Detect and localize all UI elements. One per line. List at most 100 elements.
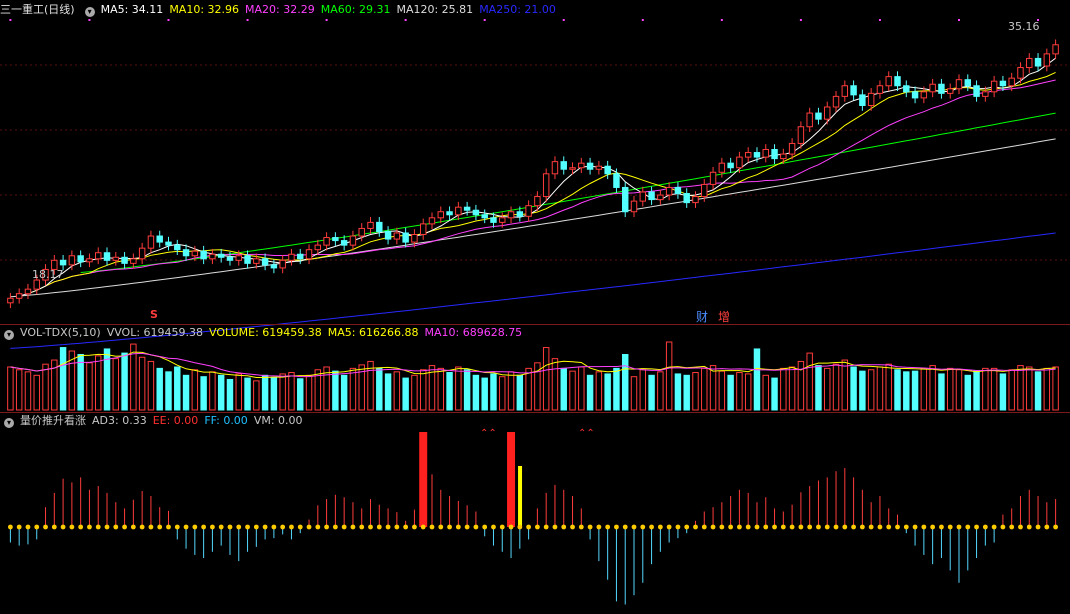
- baseline-dot: [745, 524, 751, 530]
- chart-svg[interactable]: [0, 0, 1070, 610]
- ma60-line: [80, 112, 1056, 273]
- volume-bar: [1017, 365, 1024, 411]
- baseline-dot: [385, 524, 391, 530]
- volume-bar: [472, 374, 480, 411]
- baseline-dot: [675, 524, 681, 530]
- baseline-dot: [1044, 524, 1050, 530]
- candle-body: [1026, 57, 1033, 69]
- baseline-dot: [201, 524, 207, 530]
- candle-body: [226, 256, 234, 261]
- volume-bar: [859, 370, 866, 411]
- baseline-dot: [420, 524, 426, 530]
- baseline-dot: [359, 524, 365, 530]
- signal-bar-2: [507, 432, 516, 527]
- volume-bar: [463, 369, 471, 411]
- baseline-dot: [148, 524, 154, 530]
- baseline-dot: [693, 524, 698, 530]
- volume-bar: [753, 348, 761, 411]
- baseline-dot: [1009, 524, 1015, 530]
- baseline-dot: [403, 524, 409, 530]
- candle-body: [121, 256, 128, 264]
- top-dot: [562, 19, 565, 21]
- candle-body: [938, 83, 945, 94]
- vol-header: ▾ VOL-TDX(5,10) VVOL: 619459.38 VOLUME: 619…: [0, 325, 1070, 341]
- baseline-dot: [253, 524, 259, 530]
- chevron-down-icon[interactable]: ▾: [4, 330, 14, 340]
- volume-bar: [490, 373, 497, 411]
- baseline-dot: [772, 524, 777, 530]
- volume-bar: [867, 369, 875, 411]
- high-price-label: 35.16: [1008, 20, 1040, 33]
- candle-body: [701, 183, 708, 198]
- baseline-dot: [763, 524, 769, 530]
- candle-body: [683, 193, 690, 204]
- top-dot: [246, 19, 249, 21]
- ad3-bar: [518, 466, 523, 527]
- volume-bar: [630, 376, 638, 411]
- volume-bar: [15, 369, 23, 411]
- baseline-dot: [245, 524, 250, 530]
- volume-bar: [903, 371, 910, 411]
- baseline-dot: [104, 524, 110, 530]
- volume-bar: [244, 377, 251, 411]
- baseline-dot: [1053, 524, 1059, 530]
- volume-bar: [217, 374, 225, 411]
- vm-label: VM: 0.00: [253, 414, 303, 427]
- baseline-dot: [561, 524, 567, 530]
- baseline-dot: [1000, 524, 1006, 530]
- baseline-dot: [877, 524, 883, 530]
- top-dot: [9, 19, 12, 21]
- candle-body: [920, 91, 928, 99]
- chevron-down-icon[interactable]: ▾: [84, 7, 95, 17]
- kline-chart[interactable]: 三一重工(日线) ▾ MA5: 34.11 MA10: 32.96 MA20: 32.2…: [0, 0, 1070, 610]
- baseline-dot: [912, 524, 918, 530]
- baseline-dot: [508, 524, 514, 530]
- candle-body: [446, 211, 453, 216]
- baseline-dot: [271, 524, 277, 530]
- volume-bar: [7, 366, 14, 411]
- baseline-dot: [429, 524, 435, 530]
- candle-body: [542, 173, 550, 198]
- candle-body: [850, 85, 857, 96]
- baseline-dot: [534, 524, 540, 530]
- baseline-dot: [947, 524, 953, 530]
- candle-body: [481, 214, 488, 219]
- baseline-dot: [491, 524, 496, 530]
- volume-bar: [59, 347, 67, 411]
- candle-body: [235, 255, 242, 261]
- vol-ma10-label: MA10: 689628.75: [424, 326, 523, 339]
- candle-body: [138, 247, 146, 260]
- chevron-down-icon[interactable]: ▾: [4, 418, 14, 428]
- volume-bar: [595, 371, 603, 411]
- volume-bar: [683, 374, 690, 411]
- candle-body: [323, 237, 330, 246]
- candle-body: [209, 253, 216, 260]
- volume-bar: [613, 367, 620, 411]
- candle-body: [95, 252, 102, 260]
- baseline-dot: [376, 524, 382, 530]
- candle-body: [578, 162, 585, 169]
- baseline-dot: [262, 524, 268, 530]
- baseline-dot: [412, 524, 417, 530]
- volume-bar: [24, 371, 32, 411]
- baseline-dot: [605, 524, 611, 530]
- baseline-dot: [614, 524, 619, 530]
- baseline-dot: [315, 524, 321, 530]
- main-chart-header: 三一重工(日线) ▾ MA5: 34.11 MA10: 32.96 MA20: 32.2…: [0, 2, 1070, 18]
- top-dot: [957, 19, 960, 21]
- candle-body: [472, 209, 480, 216]
- baseline-dot: [482, 524, 488, 530]
- volume-bar: [305, 374, 313, 411]
- candle-body: [463, 206, 471, 211]
- candle-body: [657, 194, 664, 201]
- baseline-dot: [297, 524, 303, 530]
- volume-bar: [780, 367, 787, 411]
- volume-bar: [349, 367, 357, 411]
- volume-bar: [815, 365, 822, 411]
- candle-body: [332, 237, 339, 242]
- low-price-label: 18.17: [32, 268, 64, 281]
- candle-body: [903, 85, 910, 93]
- baseline-dot: [1035, 524, 1041, 530]
- volume-bar: [419, 369, 427, 411]
- candle-body: [174, 244, 181, 251]
